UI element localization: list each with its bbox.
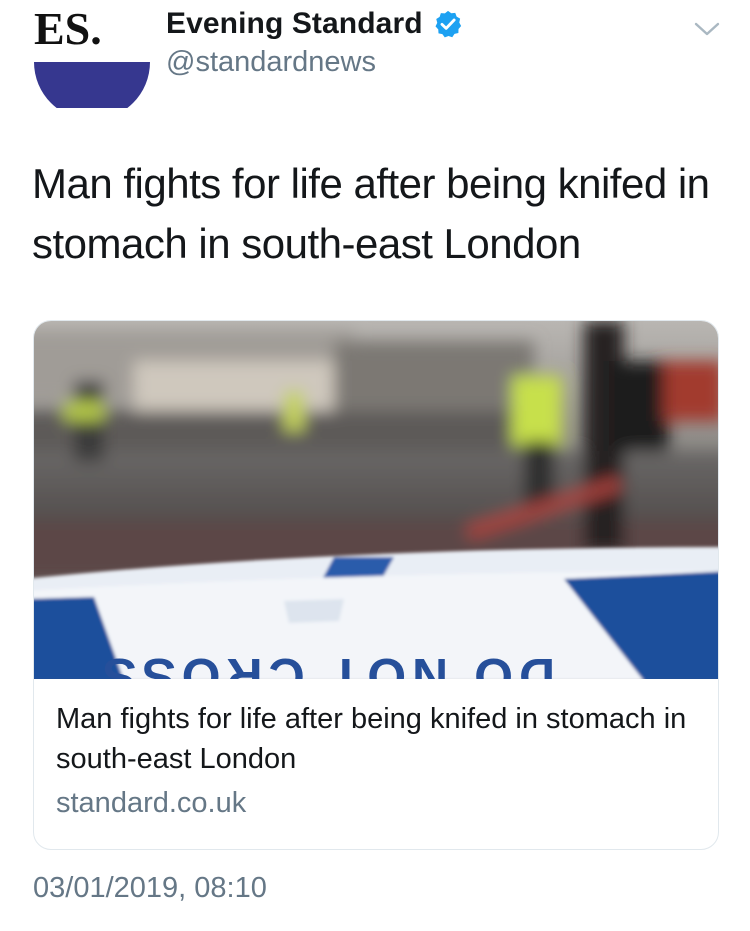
tweet: ES. Evening Standard @standardnews Man f… (0, 0, 750, 931)
author-name-row: Evening Standard (166, 4, 463, 44)
timestamp[interactable]: 03/01/2019, 08:10 (33, 872, 267, 905)
handle[interactable]: @standardnews (166, 46, 376, 79)
avatar[interactable]: ES. (32, 0, 152, 108)
link-card[interactable]: DO NOT CROSS Man fights for life after b… (33, 320, 719, 850)
card-domain[interactable]: standard.co.uk (56, 787, 246, 820)
tweet-text: Man fights for life after being knifed i… (32, 160, 710, 267)
tape-text: DO NOT CROSS (97, 648, 555, 679)
chevron-down-icon[interactable] (692, 18, 722, 40)
display-name[interactable]: Evening Standard (166, 7, 423, 41)
card-title[interactable]: Man fights for life after being knifed i… (56, 699, 696, 779)
verified-badge-icon (433, 9, 463, 39)
avatar-logo-text: ES. (34, 3, 102, 54)
card-image[interactable]: DO NOT CROSS (34, 321, 718, 679)
